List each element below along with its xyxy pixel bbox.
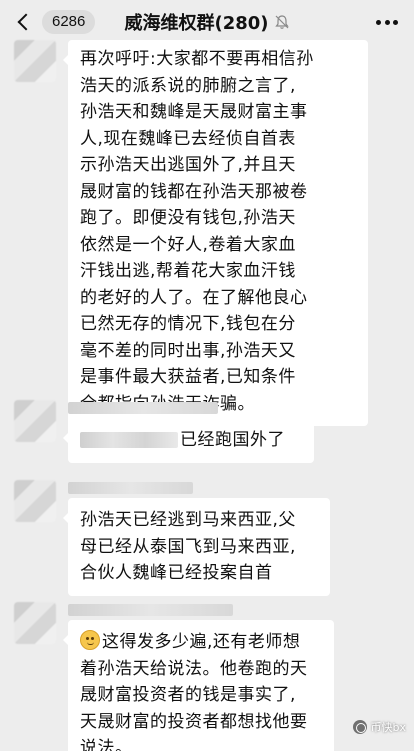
message-line: 汗钱出逃,帮着花大家血汗钱	[80, 261, 296, 281]
sender-name	[68, 604, 233, 616]
message-line: 孙浩天已经逃到马来西亚,父	[80, 510, 296, 530]
message-line: 是事件最大获益者,已知条件	[80, 367, 296, 387]
cold-sweat-face-icon	[80, 630, 100, 650]
message-line: 依然是一个好人,卷着大家血	[80, 234, 296, 255]
message-line: 人,现在魏峰已去经侦自首表	[80, 128, 296, 149]
message-line: 合伙人魏峰已经投案自首	[80, 563, 273, 583]
message-line: 说法。	[80, 738, 133, 751]
dot-icon	[384, 19, 390, 25]
watermark-text: 币快bx	[370, 721, 407, 734]
avatar[interactable]	[14, 40, 56, 82]
message-line: 毫不差的同时出事,孙浩天又	[80, 340, 296, 361]
dot-icon	[376, 19, 381, 25]
message-bubble[interactable]: 再次呼吁:大家都不要再相信孙 浩天的派系说的肺腑之言了, 孙浩天和魏峰是天晟财富…	[63, 40, 368, 426]
message-bubble[interactable]: 孙浩天已经逃到马来西亚,父 母已经从泰国飞到马来西亚, 合伙人魏峰已经投案自首	[63, 498, 330, 596]
mute-bell-icon	[274, 15, 289, 29]
message-line: 再次呼吁:大家都不要再相信孙	[80, 49, 314, 69]
message-line: 已然无存的情况下,钱包在分	[80, 314, 296, 334]
avatar[interactable]	[14, 400, 56, 442]
message-line: 天晟财富的投资者都想找他要	[80, 711, 308, 732]
chevron-left-icon	[17, 13, 35, 31]
message-line: 孙浩天和魏峰是天晟财富主事	[80, 102, 308, 122]
chat-title: 威海维权群(280)	[124, 13, 269, 34]
back-button[interactable]: 6286	[6, 8, 96, 36]
avatar[interactable]	[14, 602, 56, 644]
unread-count-badge: 6286	[42, 10, 96, 34]
message-line: 着孙浩天给说法。他卷跑的天	[80, 658, 308, 679]
message-line: 晟财富投资者的钱是事实了,	[80, 685, 296, 705]
sender-name	[68, 482, 193, 494]
message-line: 跑了。即便没有钱包,孙浩天	[80, 208, 296, 228]
message-bubble[interactable]: 已经跑国外了	[63, 418, 314, 463]
message-line: 晟财富的钱都在孙浩天那被卷	[80, 181, 308, 202]
message-line: 这得发多少遍,还有老师想	[102, 632, 301, 652]
message-line: 的老好的人了。在了解他良心	[80, 287, 308, 308]
chat-header: 6286 威海维权群(280)	[0, 0, 414, 44]
message-line: 母已经从泰国飞到马来西亚,	[80, 536, 296, 557]
message-line: 示孙浩天出逃国外了,并且天	[80, 155, 296, 175]
avatar[interactable]	[14, 480, 56, 522]
watermark: 币快bx	[352, 719, 407, 735]
sender-name	[68, 402, 218, 414]
message-text: 已经跑国外了	[180, 430, 285, 450]
message-line: 浩天的派系说的肺腑之言了,	[80, 75, 296, 96]
more-options-button[interactable]	[376, 18, 398, 26]
message-bubble[interactable]: 这得发多少遍,还有老师想 着孙浩天给说法。他卷跑的天 晟财富投资者的钱是事实了,…	[63, 620, 334, 751]
mention-blurred	[80, 432, 178, 448]
dot-icon	[393, 19, 398, 25]
wechat-official-account-icon	[352, 720, 367, 734]
